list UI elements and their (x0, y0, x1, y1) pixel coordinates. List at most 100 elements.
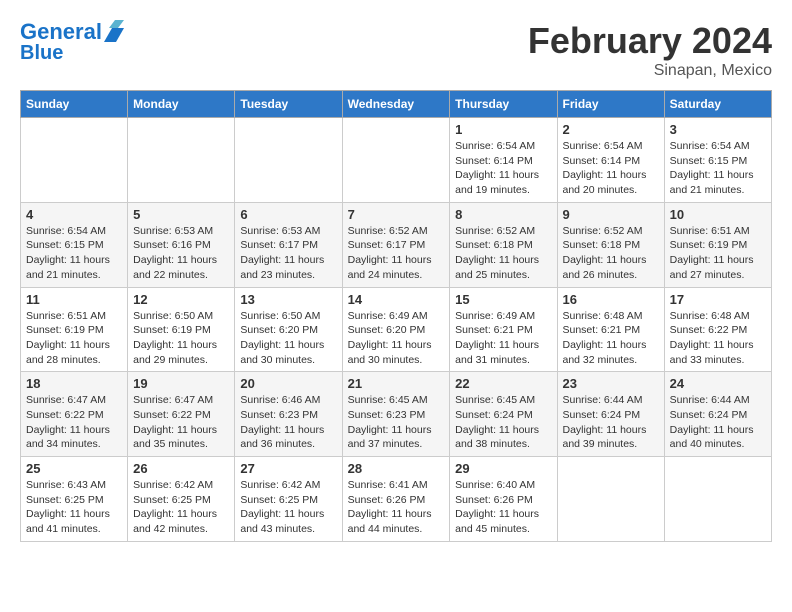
weekday-header: Wednesday (342, 91, 450, 118)
day-info: Sunrise: 6:54 AMSunset: 6:15 PMDaylight:… (26, 224, 122, 283)
calendar-cell (235, 118, 342, 203)
logo-blue-text: Blue (20, 42, 124, 64)
day-number: 19 (133, 376, 229, 391)
calendar-cell: 12Sunrise: 6:50 AMSunset: 6:19 PMDayligh… (128, 287, 235, 372)
calendar-cell: 7 Sunrise: 6:52 AMSunset: 6:17 PMDaylight… (342, 202, 450, 287)
day-info: Sunrise: 6:44 AMSunset: 6:24 PMDaylight:… (563, 393, 659, 452)
day-info: Sunrise: 6:42 AMSunset: 6:25 PMDaylight:… (240, 478, 336, 537)
calendar-header-row: SundayMondayTuesdayWednesdayThursdayFrid… (21, 91, 772, 118)
day-info: Sunrise: 6:47 AMSunset: 6:22 PMDaylight:… (26, 393, 122, 452)
day-number: 13 (240, 292, 336, 307)
day-info: Sunrise: 6:43 AMSunset: 6:25 PMDaylight:… (26, 478, 122, 537)
day-info: Sunrise: 6:51 AMSunset: 6:19 PMDaylight:… (670, 224, 766, 283)
day-number: 26 (133, 461, 229, 476)
weekday-header: Monday (128, 91, 235, 118)
calendar-week-row: 4Sunrise: 6:54 AMSunset: 6:15 PMDaylight… (21, 202, 772, 287)
day-info: Sunrise: 6:48 AMSunset: 6:22 PMDaylight:… (670, 309, 766, 368)
day-number: 23 (563, 376, 659, 391)
calendar-cell: 2 Sunrise: 6:54 AMSunset: 6:14 PMDaylight… (557, 118, 664, 203)
day-number: 28 (348, 461, 445, 476)
logo-text: General (20, 20, 102, 44)
day-number: 1 (455, 122, 551, 137)
calendar-cell: 26 Sunrise: 6:42 AMSunset: 6:25 PMDayligh… (128, 457, 235, 542)
calendar-week-row: 25 Sunrise: 6:43 AMSunset: 6:25 PMDayligh… (21, 457, 772, 542)
calendar-cell: 14 Sunrise: 6:49 AMSunset: 6:20 PMDayligh… (342, 287, 450, 372)
day-info: Sunrise: 6:52 AMSunset: 6:17 PMDaylight:… (348, 224, 445, 283)
calendar-cell: 18 Sunrise: 6:47 AMSunset: 6:22 PMDayligh… (21, 372, 128, 457)
day-info: Sunrise: 6:54 AMSunset: 6:15 PMDaylight:… (670, 139, 766, 198)
day-info: Sunrise: 6:53 AMSunset: 6:17 PMDaylight:… (240, 224, 336, 283)
day-info: Sunrise: 6:49 AMSunset: 6:21 PMDaylight:… (455, 309, 551, 368)
calendar-cell: 15 Sunrise: 6:49 AMSunset: 6:21 PMDayligh… (450, 287, 557, 372)
calendar-cell: 25 Sunrise: 6:43 AMSunset: 6:25 PMDayligh… (21, 457, 128, 542)
calendar-cell: 21Sunrise: 6:45 AMSunset: 6:23 PMDayligh… (342, 372, 450, 457)
day-info: Sunrise: 6:48 AMSunset: 6:21 PMDaylight:… (563, 309, 659, 368)
calendar-cell: 3 Sunrise: 6:54 AMSunset: 6:15 PMDaylight… (664, 118, 771, 203)
calendar-body: 1 Sunrise: 6:54 AMSunset: 6:14 PMDaylight… (21, 118, 772, 542)
calendar-cell: 19 Sunrise: 6:47 AMSunset: 6:22 PMDayligh… (128, 372, 235, 457)
weekday-header: Sunday (21, 91, 128, 118)
day-number: 29 (455, 461, 551, 476)
logo: General Blue (20, 20, 124, 64)
calendar-week-row: 18 Sunrise: 6:47 AMSunset: 6:22 PMDayligh… (21, 372, 772, 457)
calendar-cell: 23 Sunrise: 6:44 AMSunset: 6:24 PMDayligh… (557, 372, 664, 457)
day-info: Sunrise: 6:54 AMSunset: 6:14 PMDaylight:… (563, 139, 659, 198)
day-number: 18 (26, 376, 122, 391)
day-number: 8 (455, 207, 551, 222)
day-info: Sunrise: 6:46 AMSunset: 6:23 PMDaylight:… (240, 393, 336, 452)
weekday-header: Tuesday (235, 91, 342, 118)
day-number: 6 (240, 207, 336, 222)
day-number: 16 (563, 292, 659, 307)
day-info: Sunrise: 6:45 AMSunset: 6:24 PMDaylight:… (455, 393, 551, 452)
day-number: 11 (26, 292, 122, 307)
weekday-header: Saturday (664, 91, 771, 118)
day-number: 25 (26, 461, 122, 476)
page-subtitle: Sinapan, Mexico (528, 62, 772, 80)
calendar-cell: 17Sunrise: 6:48 AMSunset: 6:22 PMDayligh… (664, 287, 771, 372)
day-number: 3 (670, 122, 766, 137)
calendar-cell (21, 118, 128, 203)
calendar-cell: 8 Sunrise: 6:52 AMSunset: 6:18 PMDaylight… (450, 202, 557, 287)
calendar-cell (342, 118, 450, 203)
day-number: 22 (455, 376, 551, 391)
day-info: Sunrise: 6:54 AMSunset: 6:14 PMDaylight:… (455, 139, 551, 198)
calendar-cell: 11 Sunrise: 6:51 AMSunset: 6:19 PMDayligh… (21, 287, 128, 372)
calendar-cell: 6 Sunrise: 6:53 AMSunset: 6:17 PMDaylight… (235, 202, 342, 287)
day-number: 24 (670, 376, 766, 391)
calendar-cell: 22 Sunrise: 6:45 AMSunset: 6:24 PMDayligh… (450, 372, 557, 457)
calendar-cell: 28 Sunrise: 6:41 AMSunset: 6:26 PMDayligh… (342, 457, 450, 542)
calendar-cell: 13 Sunrise: 6:50 AMSunset: 6:20 PMDayligh… (235, 287, 342, 372)
day-number: 27 (240, 461, 336, 476)
day-info: Sunrise: 6:47 AMSunset: 6:22 PMDaylight:… (133, 393, 229, 452)
day-number: 7 (348, 207, 445, 222)
day-info: Sunrise: 6:49 AMSunset: 6:20 PMDaylight:… (348, 309, 445, 368)
day-info: Sunrise: 6:44 AMSunset: 6:24 PMDaylight:… (670, 393, 766, 452)
calendar-cell: 1 Sunrise: 6:54 AMSunset: 6:14 PMDaylight… (450, 118, 557, 203)
day-number: 5 (133, 207, 229, 222)
calendar-cell (664, 457, 771, 542)
calendar-table: SundayMondayTuesdayWednesdayThursdayFrid… (20, 90, 772, 542)
calendar-cell: 29Sunrise: 6:40 AMSunset: 6:26 PMDayligh… (450, 457, 557, 542)
day-info: Sunrise: 6:51 AMSunset: 6:19 PMDaylight:… (26, 309, 122, 368)
logo-icon (104, 20, 124, 42)
day-number: 14 (348, 292, 445, 307)
day-number: 10 (670, 207, 766, 222)
title-block: February 2024 Sinapan, Mexico (528, 20, 772, 80)
calendar-cell (128, 118, 235, 203)
day-info: Sunrise: 6:42 AMSunset: 6:25 PMDaylight:… (133, 478, 229, 537)
calendar-cell: 4Sunrise: 6:54 AMSunset: 6:15 PMDaylight… (21, 202, 128, 287)
calendar-cell: 24 Sunrise: 6:44 AMSunset: 6:24 PMDayligh… (664, 372, 771, 457)
calendar-cell: 5Sunrise: 6:53 AMSunset: 6:16 PMDaylight… (128, 202, 235, 287)
day-number: 2 (563, 122, 659, 137)
calendar-week-row: 11 Sunrise: 6:51 AMSunset: 6:19 PMDayligh… (21, 287, 772, 372)
day-info: Sunrise: 6:41 AMSunset: 6:26 PMDaylight:… (348, 478, 445, 537)
day-info: Sunrise: 6:52 AMSunset: 6:18 PMDaylight:… (563, 224, 659, 283)
calendar-cell: 9 Sunrise: 6:52 AMSunset: 6:18 PMDaylight… (557, 202, 664, 287)
day-info: Sunrise: 6:50 AMSunset: 6:19 PMDaylight:… (133, 309, 229, 368)
day-info: Sunrise: 6:52 AMSunset: 6:18 PMDaylight:… (455, 224, 551, 283)
day-info: Sunrise: 6:50 AMSunset: 6:20 PMDaylight:… (240, 309, 336, 368)
day-number: 15 (455, 292, 551, 307)
calendar-cell: 20 Sunrise: 6:46 AMSunset: 6:23 PMDayligh… (235, 372, 342, 457)
day-number: 9 (563, 207, 659, 222)
day-number: 20 (240, 376, 336, 391)
